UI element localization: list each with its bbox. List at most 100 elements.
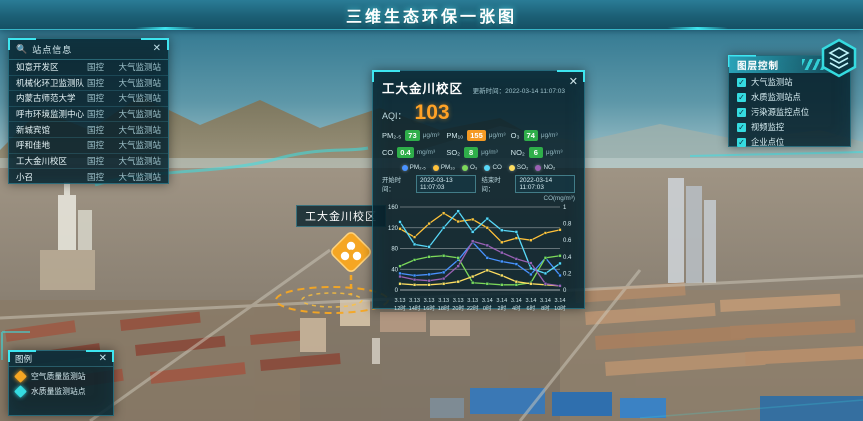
- station-name: 呼和佳地: [16, 139, 87, 151]
- update-time-label: 更新时间：: [473, 88, 506, 95]
- pollutant-name: O₃: [511, 131, 520, 140]
- chart-legend: PM₂.₅ PM₁₀ O₃ CO SO₂ NO₂: [382, 164, 575, 171]
- legend-label: NO₂: [543, 164, 555, 171]
- svg-text:16时: 16时: [423, 304, 435, 312]
- svg-text:0: 0: [395, 288, 399, 294]
- checkbox-checked-icon[interactable]: ✓: [737, 78, 746, 87]
- co-legend-dot-icon: [484, 165, 490, 171]
- checkbox-checked-icon[interactable]: ✓: [737, 108, 746, 117]
- popup-update-time: 更新时间：2022-03-14 11:07:03: [463, 85, 565, 95]
- legend-item-no2[interactable]: NO₂: [535, 164, 555, 171]
- start-time-input[interactable]: 2022-03-13 11:07:03: [416, 175, 476, 193]
- station-row[interactable]: 如意开发区 国控 大气监测站: [9, 60, 168, 76]
- legend-panel-title: 图例: [15, 353, 99, 365]
- station-detail-popup: 工大金川校区 更新时间：2022-03-14 11:07:03 ✕ AQI： 1…: [372, 70, 585, 309]
- station-name: 小召: [16, 171, 87, 183]
- svg-text:20时: 20时: [452, 304, 464, 312]
- layer-item-enterprise[interactable]: ✓企业点位: [729, 133, 850, 148]
- svg-text:22时: 22时: [467, 304, 479, 312]
- legend-item-o3[interactable]: O₃: [462, 164, 477, 171]
- station-name: 如意开发区: [16, 61, 87, 73]
- station-row[interactable]: 内蒙古师范大学 国控 大气监测站: [9, 91, 168, 107]
- end-time-label: 结束时间：: [482, 175, 510, 193]
- station-category: 大气监测站: [111, 92, 161, 104]
- pollutant-trend-chart[interactable]: 0408012016000.20.40.60.813.1312时3.1314时3…: [382, 202, 577, 320]
- legend-item-label: 空气质量监测站: [31, 371, 86, 382]
- legend-label: CO: [492, 164, 501, 171]
- station-row[interactable]: 机械化环卫监测队 国控 大气监测站: [9, 76, 168, 92]
- app-root: { "header": { "title": "三维生态环保一张图" }, "s…: [0, 0, 863, 421]
- aqi-row: AQI： 103: [382, 101, 575, 125]
- layer-item-video[interactable]: ✓视频监控: [729, 118, 850, 133]
- layer-label: 污染源监控点位: [751, 106, 809, 118]
- pollutant-unit: μg/m³: [481, 149, 498, 156]
- legend-label: SO₂: [517, 164, 529, 171]
- svg-text:0.8: 0.8: [563, 222, 572, 228]
- svg-text:6时: 6时: [527, 304, 536, 312]
- legend-label: O₃: [470, 164, 477, 171]
- station-type: 国控: [87, 77, 111, 89]
- pm25-legend-dot-icon: [402, 165, 408, 171]
- map-legend-panel: 图例 ✕ 空气质量监测站 水质量监测站点: [8, 350, 114, 416]
- pollutant-value-badge: 74: [524, 130, 538, 141]
- station-category: 大气监测站: [111, 155, 161, 167]
- legend-item-label: 水质量监测站点: [31, 386, 86, 397]
- svg-text:3.13: 3.13: [395, 298, 406, 304]
- station-row[interactable]: 呼和佳地 国控 大气监测站: [9, 138, 168, 154]
- legend-item-co[interactable]: CO: [484, 164, 501, 171]
- close-icon[interactable]: ✕: [569, 75, 578, 88]
- legend-item-so2[interactable]: SO₂: [509, 164, 529, 171]
- water-station-legend-icon: [14, 385, 27, 398]
- aqi-label: AQI：: [382, 109, 407, 122]
- svg-text:3.13: 3.13: [467, 298, 478, 304]
- close-icon[interactable]: ✕: [153, 44, 161, 54]
- end-time-input[interactable]: 2022-03-14 11:07:03: [515, 175, 575, 193]
- svg-text:120: 120: [388, 226, 399, 232]
- svg-text:3.13: 3.13: [409, 298, 420, 304]
- legend-item-pm10[interactable]: PM₁₀: [433, 164, 455, 171]
- pollutant-pm25: PM₂.₅ 73 μg/m³: [382, 130, 446, 141]
- station-name: 新城宾馆: [16, 124, 87, 136]
- checkbox-checked-icon[interactable]: ✓: [737, 123, 746, 132]
- app-title: 三维生态环保一张图: [346, 3, 517, 27]
- legend-item-air-station: 空气质量监测站: [9, 367, 113, 382]
- station-row[interactable]: 小召 国控 大气监测站: [9, 169, 168, 185]
- checkbox-checked-icon[interactable]: ✓: [737, 93, 746, 102]
- pollutant-unit: μg/m³: [546, 149, 563, 156]
- legend-label: PM₂.₅: [410, 164, 426, 171]
- station-type: 国控: [87, 124, 111, 136]
- station-name: 内蒙古师范大学: [16, 92, 87, 104]
- station-row[interactable]: 呼市环境监测中心 国控 大气监测站: [9, 107, 168, 123]
- station-type: 国控: [87, 155, 111, 167]
- pollutant-unit: μg/m³: [489, 132, 506, 139]
- station-row[interactable]: 工大金川校区 国控 大气监测站: [9, 154, 168, 170]
- svg-text:3.14: 3.14: [496, 298, 507, 304]
- close-icon[interactable]: ✕: [99, 354, 107, 364]
- header-decor-left: [134, 27, 196, 30]
- station-name: 工大金川校区: [16, 155, 87, 167]
- o3-legend-dot-icon: [462, 165, 468, 171]
- station-type: 国控: [87, 171, 111, 183]
- station-category: 大气监测站: [111, 61, 161, 73]
- layer-item-pollution[interactable]: ✓ 污染源监控点位: [729, 103, 850, 118]
- station-row[interactable]: 新城宾馆 国控 大气监测站: [9, 122, 168, 138]
- pollutant-value-badge: 155: [467, 130, 486, 141]
- search-icon[interactable]: 🔍: [16, 44, 27, 55]
- app-header: 三维生态环保一张图: [0, 0, 863, 30]
- checkbox-checked-icon[interactable]: ✓: [737, 138, 746, 147]
- svg-text:10时: 10时: [554, 304, 566, 312]
- layers-toggle-button[interactable]: [820, 38, 858, 78]
- right-axis-label: CO(mg/m³): [382, 195, 575, 202]
- station-category: 大气监测站: [111, 108, 161, 120]
- pm10-legend-dot-icon: [433, 165, 439, 171]
- header-decor-right: [667, 27, 729, 30]
- pollutant-value-badge: 6: [529, 147, 543, 158]
- svg-text:3.14: 3.14: [525, 298, 536, 304]
- svg-text:8时: 8时: [541, 304, 550, 312]
- pollutant-pm10: PM₁₀ 155 μg/m³: [446, 130, 510, 141]
- legend-item-pm25[interactable]: PM₂.₅: [402, 164, 426, 171]
- pollutant-no2: NO₂ 6 μg/m³: [511, 147, 575, 158]
- layer-label: 大气监测站: [751, 76, 793, 88]
- pollutant-value-badge: 8: [464, 147, 478, 158]
- layer-item-water[interactable]: ✓水质监测站点: [729, 88, 850, 103]
